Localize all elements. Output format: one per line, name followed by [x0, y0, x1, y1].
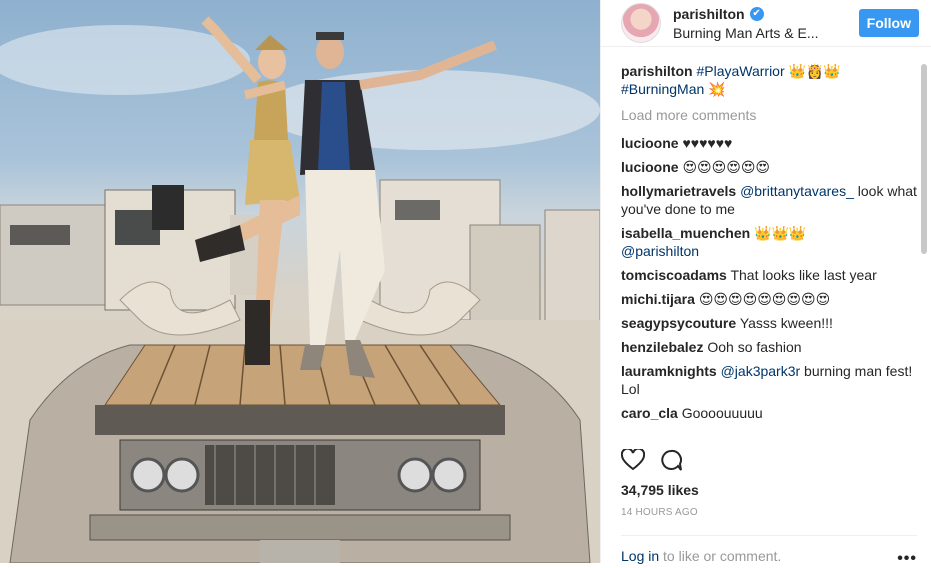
post-sidebar: parishilton ✔ Burning Man Arts & E... Fo…: [600, 0, 931, 567]
load-more-comments[interactable]: Load more comments: [621, 106, 917, 124]
comment-username[interactable]: lucioone: [621, 159, 679, 175]
comment-item: lucioone 😍😍😍😍😍😍: [621, 158, 917, 176]
location-link[interactable]: Burning Man Arts & E...: [673, 25, 859, 41]
caption-hashtag-1[interactable]: #PlayaWarrior 👑👸👑: [696, 63, 840, 79]
comment-username[interactable]: lauramknights: [621, 363, 717, 379]
comment-item: caro_cla Goooouuuuu: [621, 404, 917, 422]
comment-mention[interactable]: @brittanytavares_: [740, 183, 854, 199]
comment-text: That looks like last year: [730, 267, 877, 283]
comment-item: lauramknights @jak3park3r burning man fe…: [621, 362, 917, 398]
comment-text: ♥♥♥♥♥♥: [682, 135, 733, 151]
comment-username[interactable]: caro_cla: [621, 405, 678, 421]
comment-username[interactable]: michi.tijara: [621, 291, 695, 307]
comment-item: hollymarietravels @brittanytavares_ look…: [621, 182, 917, 218]
caption-username[interactable]: parishilton: [621, 63, 693, 79]
comment-mention[interactable]: @jak3park3r: [721, 363, 801, 379]
header-user: parishilton ✔: [673, 6, 859, 22]
comment-mention[interactable]: @parishilton: [621, 243, 699, 259]
heart-icon[interactable]: [620, 447, 646, 476]
comment-icon[interactable]: [659, 449, 683, 476]
comment-text: Ooh so fashion: [707, 339, 802, 355]
caption-hashtag-2[interactable]: #BurningMan 💥: [621, 81, 726, 97]
follow-button[interactable]: Follow: [858, 9, 919, 37]
comment-item: michi.tijara 😍😍😍😍😍😍😍😍😍: [621, 290, 917, 308]
post-photo[interactable]: [0, 0, 600, 563]
header-username[interactable]: parishilton: [673, 6, 745, 22]
comment-text: 👑👑👑: [754, 225, 807, 241]
login-prompt: to like or comment.: [659, 548, 782, 564]
likes-count[interactable]: 34,795 likes: [621, 482, 699, 498]
comment-text: 😍😍😍😍😍😍😍😍😍: [698, 291, 831, 307]
comment-text: Goooouuuuu: [681, 405, 763, 421]
comments-list[interactable]: parishilton #PlayaWarrior 👑👸👑 #BurningMa…: [621, 62, 917, 438]
comment-item: isabella_muenchen 👑👑👑 @parishilton: [621, 224, 917, 260]
comment-username[interactable]: hollymarietravels: [621, 183, 736, 199]
caption: parishilton #PlayaWarrior 👑👸👑 #BurningMa…: [621, 62, 917, 98]
action-bar: [620, 447, 683, 476]
instagram-post: parishilton ✔ Burning Man Arts & E... Fo…: [0, 0, 931, 567]
login-footer: Log in to like or comment. •••: [621, 535, 917, 567]
verified-badge-icon: ✔: [749, 6, 764, 21]
comment-text: 😍😍😍😍😍😍: [682, 159, 771, 175]
comment-text: Yasss kween!!!: [739, 315, 833, 331]
comment-username[interactable]: lucioone: [621, 135, 679, 151]
comment-username[interactable]: henzilebalez: [621, 339, 703, 355]
comment-item: lucioone ♥♥♥♥♥♥: [621, 134, 917, 152]
burning-man-scene: [0, 16, 600, 563]
comment-item: seagypsycouture Yasss kween!!!: [621, 314, 917, 332]
comment-item: tomciscoadams That looks like last year: [621, 266, 917, 284]
comments-scrollbar[interactable]: [921, 64, 927, 254]
post-header: parishilton ✔ Burning Man Arts & E... Fo…: [601, 0, 931, 47]
comment-username[interactable]: isabella_muenchen: [621, 225, 750, 241]
more-options-icon[interactable]: •••: [897, 550, 917, 568]
header-text: parishilton ✔ Burning Man Arts & E...: [673, 6, 859, 41]
comment-username[interactable]: tomciscoadams: [621, 267, 727, 283]
avatar[interactable]: [621, 3, 661, 43]
comment-item: henzilebalez Ooh so fashion: [621, 338, 917, 356]
comment-username[interactable]: seagypsycouture: [621, 315, 736, 331]
login-link[interactable]: Log in: [621, 548, 659, 564]
post-timestamp: 14 HOURS AGO: [621, 507, 698, 518]
